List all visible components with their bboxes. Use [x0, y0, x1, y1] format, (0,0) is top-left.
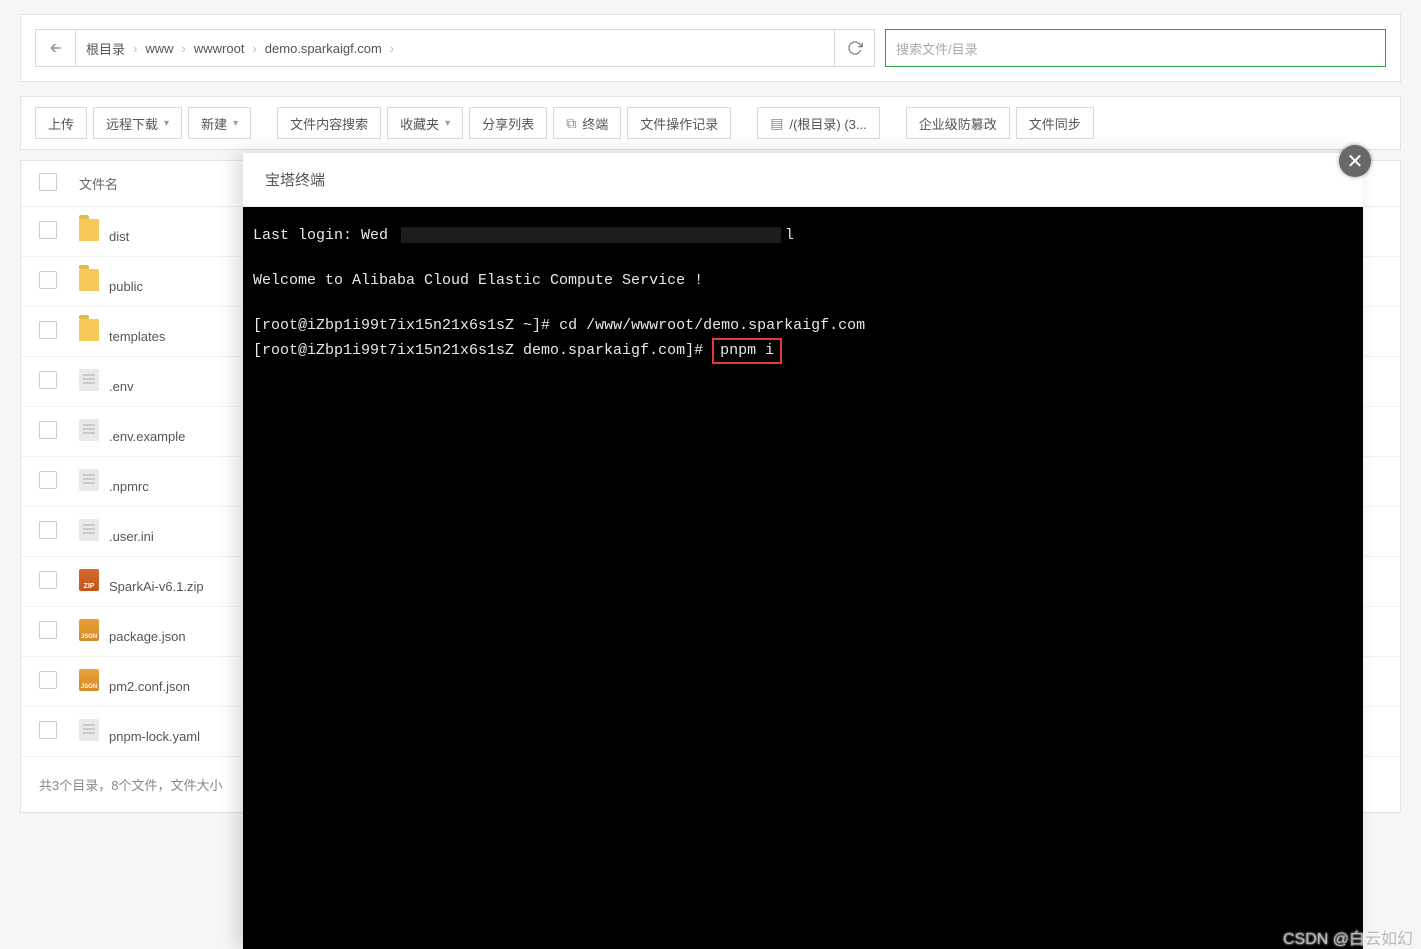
watermark: CSDN @白云如幻 — [1283, 925, 1413, 949]
terminal-button[interactable]: ⧉终端 — [553, 107, 621, 139]
row-checkbox[interactable] — [39, 721, 57, 739]
remote-download-button[interactable]: 远程下载▾ — [93, 107, 182, 139]
share-list-button[interactable]: 分享列表 — [469, 107, 547, 139]
file-name[interactable]: public — [109, 279, 143, 294]
terminal-modal: ✕ 宝塔终端 Last login: Wed l Welcome to Alib… — [243, 153, 1363, 949]
search-placeholder: 搜索文件/目录 — [896, 39, 978, 58]
folder-icon — [79, 319, 99, 341]
row-checkbox[interactable] — [39, 521, 57, 539]
close-button[interactable]: ✕ — [1339, 145, 1371, 177]
terminal-output[interactable]: Last login: Wed l Welcome to Alibaba Clo… — [243, 207, 1363, 949]
favorites-button[interactable]: 收藏夹▾ — [387, 107, 463, 139]
breadcrumb-root[interactable]: 根目录 — [86, 39, 125, 58]
address-bar: 根目录 › www › wwwroot › demo.sparkaigf.com… — [35, 29, 875, 67]
refresh-button[interactable] — [834, 30, 874, 66]
file-name[interactable]: .user.ini — [109, 529, 154, 544]
file-icon — [79, 369, 99, 391]
row-checkbox[interactable] — [39, 471, 57, 489]
file-name[interactable]: package.json — [109, 629, 186, 644]
file-icon — [79, 419, 99, 441]
file-name[interactable]: .env — [109, 379, 134, 394]
op-log-button[interactable]: 文件操作记录 — [627, 107, 731, 139]
file-icon — [79, 469, 99, 491]
modal-title: 宝塔终端 — [243, 153, 1363, 207]
chevron-down-icon: ▾ — [445, 118, 450, 129]
file-icon — [79, 619, 99, 641]
search-input[interactable]: 搜索文件/目录 — [885, 29, 1386, 67]
new-button[interactable]: 新建▾ — [188, 107, 251, 139]
row-checkbox[interactable] — [39, 221, 57, 239]
breadcrumb-part[interactable]: wwwroot — [194, 41, 245, 56]
file-icon — [79, 669, 99, 691]
tamper-button[interactable]: 企业级防篡改 — [906, 107, 1010, 139]
chevron-right-icon: › — [133, 41, 137, 56]
breadcrumb-part[interactable]: demo.sparkaigf.com — [265, 41, 382, 56]
row-checkbox[interactable] — [39, 621, 57, 639]
file-name[interactable]: .env.example — [109, 429, 185, 444]
chevron-right-icon: › — [252, 41, 256, 56]
chevron-down-icon: ▾ — [164, 118, 169, 129]
row-checkbox[interactable] — [39, 321, 57, 339]
file-name[interactable]: .npmrc — [109, 479, 149, 494]
file-name[interactable]: templates — [109, 329, 165, 344]
file-name[interactable]: pm2.conf.json — [109, 679, 190, 694]
select-all-checkbox[interactable] — [39, 173, 57, 191]
toolbar: 上传 远程下载▾ 新建▾ 文件内容搜索 收藏夹▾ 分享列表 ⧉终端 文件操作记录… — [35, 107, 1386, 139]
breadcrumb-part[interactable]: www — [145, 41, 173, 56]
row-checkbox[interactable] — [39, 371, 57, 389]
file-icon — [79, 569, 99, 591]
breadcrumb: 根目录 › www › wwwroot › demo.sparkaigf.com… — [76, 39, 834, 58]
sync-button[interactable]: 文件同步 — [1016, 107, 1094, 139]
row-checkbox[interactable] — [39, 271, 57, 289]
file-icon — [79, 719, 99, 741]
toolbar-panel: 上传 远程下载▾ 新建▾ 文件内容搜索 收藏夹▾ 分享列表 ⧉终端 文件操作记录… — [20, 96, 1401, 150]
chevron-right-icon: › — [182, 41, 186, 56]
file-name[interactable]: dist — [109, 229, 129, 244]
file-name[interactable]: SparkAi-v6.1.zip — [109, 579, 204, 594]
chevron-down-icon: ▾ — [233, 118, 238, 129]
redacted-region — [401, 227, 781, 243]
row-checkbox[interactable] — [39, 571, 57, 589]
back-button[interactable] — [36, 30, 76, 66]
address-panel: 根目录 › www › wwwroot › demo.sparkaigf.com… — [20, 14, 1401, 82]
row-checkbox[interactable] — [39, 671, 57, 689]
disk-icon: ▤ — [770, 115, 783, 132]
row-checkbox[interactable] — [39, 421, 57, 439]
file-icon — [79, 519, 99, 541]
chevron-right-icon: › — [390, 41, 394, 56]
highlighted-command: pnpm i — [712, 338, 782, 365]
terminal-icon: ⧉ — [566, 115, 576, 132]
file-name[interactable]: pnpm-lock.yaml — [109, 729, 200, 744]
folder-icon — [79, 219, 99, 241]
upload-button[interactable]: 上传 — [35, 107, 87, 139]
content-search-button[interactable]: 文件内容搜索 — [277, 107, 381, 139]
disk-button[interactable]: ▤/(根目录) (3... — [757, 107, 880, 139]
folder-icon — [79, 269, 99, 291]
